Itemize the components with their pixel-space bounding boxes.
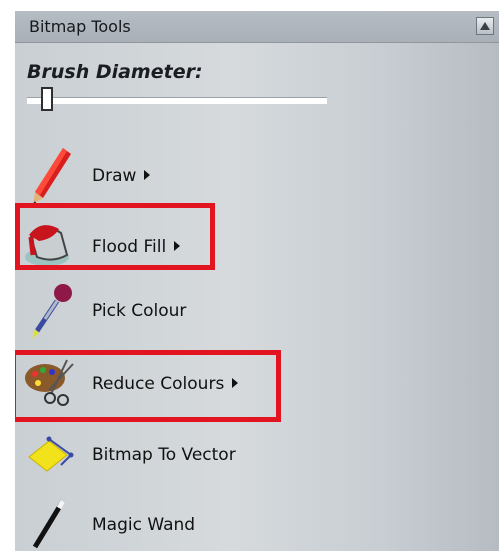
tool-magic-wand[interactable]: Magic Wand: [15, 495, 315, 551]
submenu-arrow-icon: [144, 170, 151, 180]
brush-diameter-label: Brush Diameter:: [27, 61, 203, 83]
tool-pick-colour[interactable]: Pick Colour: [15, 281, 315, 341]
collapse-button[interactable]: [476, 17, 494, 35]
panel-title: Bitmap Tools: [29, 17, 131, 36]
tool-draw-label: Draw: [92, 166, 137, 186]
tool-bitmap-to-vector-label: Bitmap To Vector: [92, 445, 236, 465]
magic-wand-icon: [23, 495, 87, 551]
pencil-icon: [23, 146, 87, 206]
bitmap-tools-panel: Bitmap Tools Brush Diameter: Draw Flood …: [15, 11, 499, 551]
panel-header: Bitmap Tools: [15, 11, 499, 43]
tool-magic-wand-label: Magic Wand: [92, 515, 196, 535]
slider-thumb[interactable]: [41, 87, 54, 111]
bitmap-to-vector-icon: [23, 425, 87, 485]
eyedropper-icon: [23, 281, 87, 341]
tool-bitmap-to-vector[interactable]: Bitmap To Vector: [15, 425, 315, 485]
brush-diameter-slider[interactable]: [27, 97, 327, 104]
tool-draw[interactable]: Draw: [15, 146, 315, 206]
highlight-box-reduce-colours: [15, 350, 281, 422]
highlight-box-flood-fill: [15, 203, 215, 270]
tool-pick-colour-label: Pick Colour: [92, 301, 187, 321]
